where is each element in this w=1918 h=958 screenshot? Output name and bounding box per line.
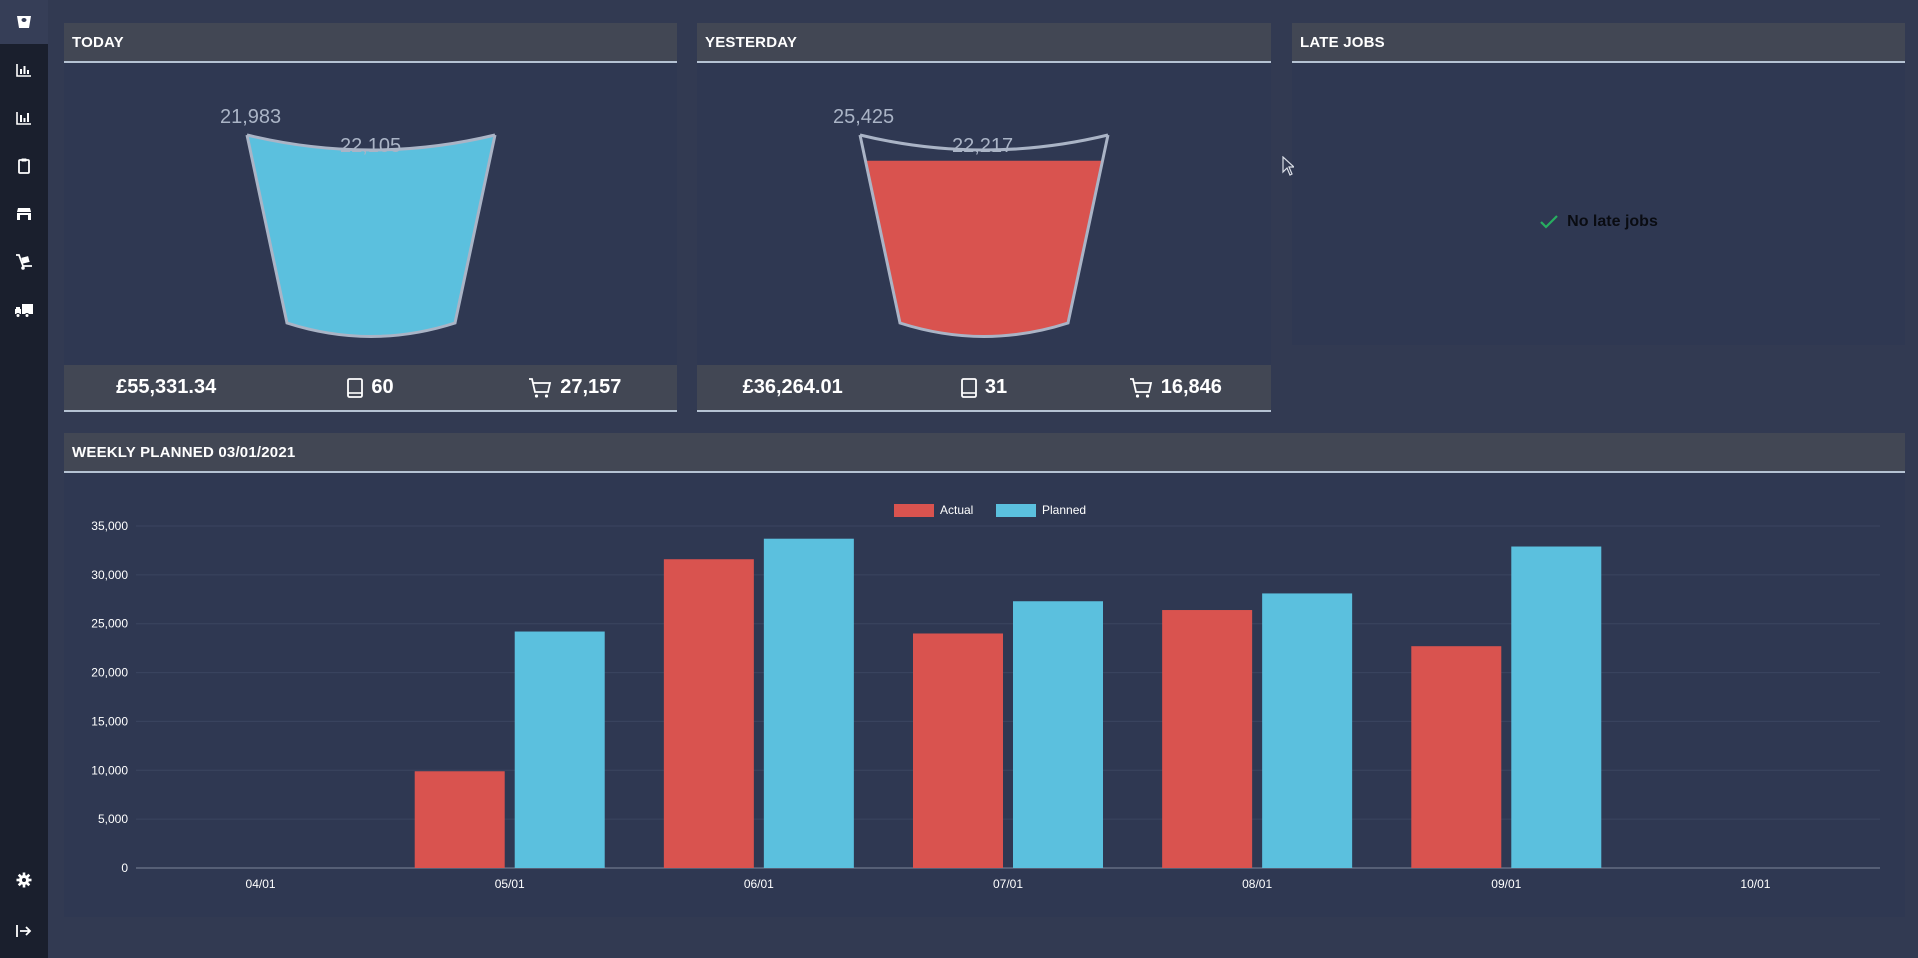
today-bucket-value: 22,105 (340, 135, 402, 157)
weekly-panel-header: WEEKLY PLANNED 03/01/2021 (64, 433, 1905, 473)
today-bucket-target: 21,983 (220, 106, 282, 128)
weekly-panel: WEEKLY PLANNED 03/01/2021 (64, 433, 1905, 917)
today-orders-value: 60 (371, 376, 394, 398)
yesterday-bucket-value: 22,217 (952, 135, 1014, 157)
late-jobs-panel: LATE JOBS No late jobs (1292, 23, 1905, 345)
today-orders: 60 (268, 376, 472, 399)
yesterday-panel: YESTERDAY 25,425 22,217 £36,264.01 31 16… (697, 23, 1271, 412)
logout-icon (16, 925, 32, 937)
sidebar-item-jobs[interactable] (0, 144, 48, 188)
yesterday-revenue-value: £36,264.01 (742, 376, 843, 398)
late-jobs-title: LATE JOBS (1300, 33, 1385, 51)
bar-chart-icon (16, 64, 31, 77)
sidebar-item-logout[interactable] (0, 909, 48, 953)
book-icon (960, 377, 977, 398)
yesterday-stats-bar: £36,264.01 31 16,846 (697, 365, 1271, 412)
sidebar-item-buckets[interactable] (0, 0, 48, 44)
today-items: 27,157 (473, 376, 677, 399)
today-bucket: 21,983 22,105 (64, 65, 677, 387)
weekly-title: WEEKLY PLANNED 03/01/2021 (72, 443, 296, 461)
sidebar-item-settings[interactable] (0, 858, 48, 902)
today-title: TODAY (72, 33, 124, 51)
hand-truck-icon (16, 254, 32, 270)
yesterday-bucket: 25,425 22,217 (697, 65, 1271, 387)
today-items-value: 27,157 (560, 376, 622, 398)
cart-icon (529, 377, 552, 398)
today-panel-header: TODAY (64, 23, 677, 63)
yesterday-orders-value: 31 (984, 376, 1008, 398)
yesterday-panel-header: YESTERDAY (697, 23, 1271, 63)
clipboard-icon (18, 158, 30, 174)
sidebar-item-dispatch[interactable] (0, 240, 48, 284)
yesterday-orders: 31 (888, 376, 1079, 399)
yesterday-items-value: 16,846 (1160, 376, 1222, 398)
yesterday-items: 16,846 (1080, 376, 1271, 399)
late-jobs-status: No late jobs (1292, 213, 1905, 231)
sidebar (0, 0, 48, 958)
warehouse-icon (17, 208, 31, 220)
bar-chart-alt-icon (16, 112, 31, 125)
late-jobs-panel-header: LATE JOBS (1292, 23, 1905, 63)
cart-icon (1129, 377, 1152, 398)
gear-icon (16, 872, 32, 888)
bucket-icon (17, 16, 31, 28)
check-icon (1540, 215, 1558, 229)
yesterday-title: YESTERDAY (705, 33, 798, 51)
yesterday-bucket-fill (860, 160, 1108, 337)
today-revenue: £55,331.34 (64, 376, 268, 399)
mouse-cursor-icon (1282, 156, 1294, 176)
book-icon (347, 377, 364, 398)
sidebar-item-delivery[interactable] (0, 288, 48, 332)
today-stats-bar: £55,331.34 60 27,157 (64, 365, 677, 412)
today-bucket-fill (247, 135, 495, 337)
today-revenue-value: £55,331.34 (116, 376, 217, 398)
yesterday-revenue: £36,264.01 (697, 376, 888, 399)
yesterday-bucket-target: 25,425 (833, 106, 895, 128)
sidebar-item-analytics[interactable] (0, 96, 48, 140)
delivery-truck-icon (15, 303, 33, 318)
sidebar-item-reports[interactable] (0, 48, 48, 92)
sidebar-item-warehouse[interactable] (0, 192, 48, 236)
late-jobs-message: No late jobs (1567, 213, 1658, 230)
today-panel: TODAY 21,983 22,105 £55,331.34 60 27,157 (64, 23, 677, 412)
